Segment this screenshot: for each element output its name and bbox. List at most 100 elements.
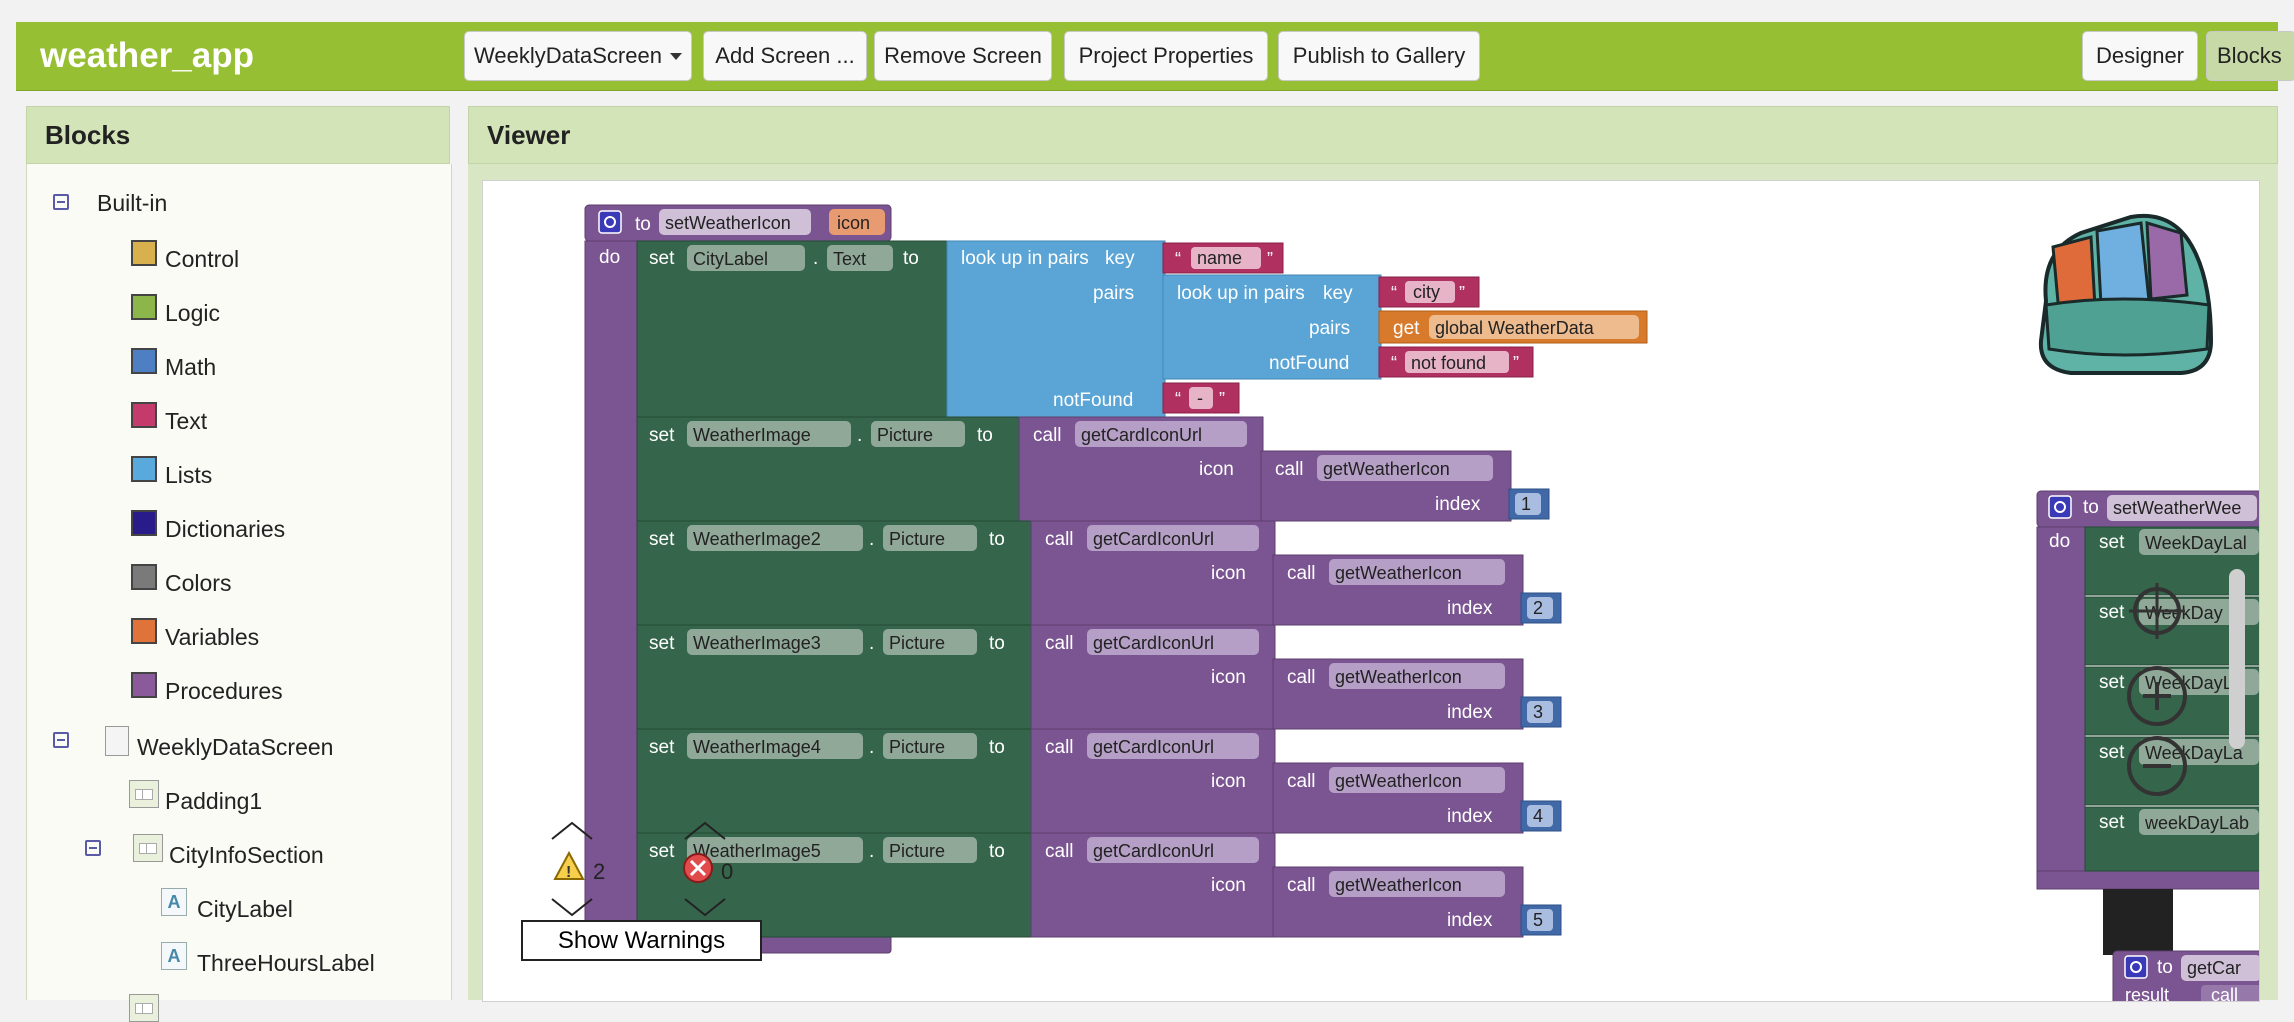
row5-comp: WeatherImage5 bbox=[693, 841, 821, 861]
lookup-label: look up in pairs bbox=[1177, 283, 1305, 304]
call-label: call bbox=[1045, 633, 1074, 654]
string-city: city bbox=[1413, 282, 1440, 302]
global-var: global WeatherData bbox=[1435, 318, 1595, 338]
lookup-label: look up in pairs bbox=[961, 248, 1089, 269]
component-cityinfosection[interactable]: CityInfoSection bbox=[169, 842, 324, 869]
app-title: weather_app bbox=[40, 36, 254, 75]
category-logic[interactable]: Logic bbox=[165, 300, 220, 327]
call-label: call bbox=[1033, 425, 1062, 446]
show-warnings-button[interactable]: Show Warnings bbox=[521, 920, 762, 961]
proc-to-label: to bbox=[2157, 957, 2173, 978]
set-label: set bbox=[649, 737, 675, 758]
proc-param: icon bbox=[837, 213, 870, 233]
category-lists[interactable]: Lists bbox=[165, 462, 212, 489]
gear-icon[interactable] bbox=[598, 210, 622, 234]
notfound-label: notFound bbox=[1053, 390, 1133, 411]
vertical-scrollbar[interactable] bbox=[2229, 569, 2245, 749]
category-control[interactable]: Control bbox=[165, 246, 239, 273]
pairs-label: pairs bbox=[1309, 318, 1350, 339]
category-procedures[interactable]: Procedures bbox=[165, 678, 283, 705]
set-label: set bbox=[2099, 742, 2125, 763]
row2-index: 2 bbox=[1533, 598, 1543, 618]
key-label: key bbox=[1323, 283, 1353, 304]
to-label: to bbox=[989, 737, 1005, 758]
right-set-3: WeekDayLa bbox=[2145, 743, 2244, 763]
call-label: call bbox=[1275, 459, 1304, 480]
label-icon: A bbox=[161, 942, 187, 970]
viewer-panel-header: Viewer bbox=[468, 106, 2278, 164]
call-label: call bbox=[1287, 771, 1316, 792]
lists-swatch-icon bbox=[131, 456, 157, 482]
remove-screen-button[interactable]: Remove Screen bbox=[874, 31, 1052, 81]
arrangement-icon bbox=[129, 994, 159, 1022]
gear-icon[interactable] bbox=[2048, 495, 2072, 519]
to-label: to bbox=[989, 841, 1005, 862]
to-label: to bbox=[989, 529, 1005, 550]
error-count: 0 bbox=[721, 859, 733, 884]
set-label: set bbox=[649, 633, 675, 654]
icon-label: icon bbox=[1211, 563, 1246, 584]
picture-prop: Picture bbox=[889, 529, 945, 549]
quote-icon: ” bbox=[1513, 353, 1519, 373]
collapse-toggle-icon[interactable] bbox=[85, 840, 101, 856]
call-label: call bbox=[1045, 529, 1074, 550]
math-swatch-icon bbox=[131, 348, 157, 374]
collapse-toggle-icon[interactable] bbox=[53, 732, 69, 748]
row2-comp: WeatherImage2 bbox=[693, 529, 821, 549]
right-set-2: WeekDayLa bbox=[2145, 673, 2244, 693]
screen-icon bbox=[105, 726, 129, 756]
procedure-body-bar bbox=[584, 240, 638, 934]
set-label: set bbox=[649, 841, 675, 862]
add-screen-button[interactable]: Add Screen ... bbox=[703, 31, 867, 81]
icon-label: icon bbox=[1199, 459, 1234, 480]
row1-index: 1 bbox=[1521, 494, 1531, 514]
dot-label: . bbox=[857, 425, 862, 446]
getweather-name: getWeatherIcon bbox=[1335, 771, 1462, 791]
label-icon: A bbox=[161, 888, 187, 916]
get-label: get bbox=[1393, 318, 1420, 339]
publish-to-gallery-button[interactable]: Publish to Gallery bbox=[1278, 31, 1480, 81]
component-citylabel[interactable]: CityLabel bbox=[197, 896, 293, 923]
screen-node[interactable]: WeeklyDataScreen bbox=[137, 734, 333, 761]
gear-icon[interactable] bbox=[2124, 955, 2148, 979]
string-dash: - bbox=[1197, 388, 1203, 408]
blocks-editor-button[interactable]: Blocks bbox=[2206, 31, 2294, 81]
component-threehourslabel[interactable]: ThreeHoursLabel bbox=[197, 950, 375, 977]
index-label: index bbox=[1447, 702, 1493, 723]
category-variables[interactable]: Variables bbox=[165, 624, 259, 651]
set-label: set bbox=[2099, 672, 2125, 693]
blocks-tree-panel: Built-in Control Logic Math Text Lists D… bbox=[26, 164, 452, 1022]
dot-label: . bbox=[869, 841, 874, 862]
collapse-toggle-icon[interactable] bbox=[53, 194, 69, 210]
category-math[interactable]: Math bbox=[165, 354, 216, 381]
component-padding1[interactable]: Padding1 bbox=[165, 788, 262, 815]
quote-icon: ” bbox=[1459, 283, 1465, 303]
picture-prop: Picture bbox=[889, 737, 945, 757]
backpack-icon[interactable] bbox=[2038, 213, 2214, 375]
category-dictionaries[interactable]: Dictionaries bbox=[165, 516, 285, 543]
text-swatch-icon bbox=[131, 402, 157, 428]
picture-prop: Picture bbox=[889, 633, 945, 653]
call-label: call bbox=[1287, 563, 1316, 584]
right-procedure-bar bbox=[2036, 526, 2086, 888]
designer-button[interactable]: Designer bbox=[2082, 31, 2198, 81]
logic-swatch-icon bbox=[131, 294, 157, 320]
set-label: set bbox=[649, 425, 675, 446]
svg-text:!: ! bbox=[566, 864, 571, 881]
quote-icon: “ bbox=[1391, 353, 1397, 373]
screen-select-dropdown[interactable]: WeeklyDataScreen bbox=[464, 31, 692, 81]
getweather-name: getWeatherIcon bbox=[1335, 875, 1462, 895]
call-label: call bbox=[1045, 737, 1074, 758]
project-properties-button[interactable]: Project Properties bbox=[1064, 31, 1268, 81]
builtin-node[interactable]: Built-in bbox=[97, 190, 167, 217]
index-label: index bbox=[1447, 910, 1493, 931]
index-label: index bbox=[1435, 494, 1481, 515]
blocks-workspace[interactable]: to setWeatherIcon icon do set CityLabel … bbox=[482, 180, 2260, 1002]
call-label: call bbox=[2211, 985, 2238, 1001]
blocks-panel-header: Blocks bbox=[26, 106, 450, 164]
dot-label: . bbox=[813, 248, 818, 269]
set-label: set bbox=[2099, 602, 2125, 623]
row3-index: 3 bbox=[1533, 702, 1543, 722]
category-text[interactable]: Text bbox=[165, 408, 207, 435]
category-colors[interactable]: Colors bbox=[165, 570, 231, 597]
